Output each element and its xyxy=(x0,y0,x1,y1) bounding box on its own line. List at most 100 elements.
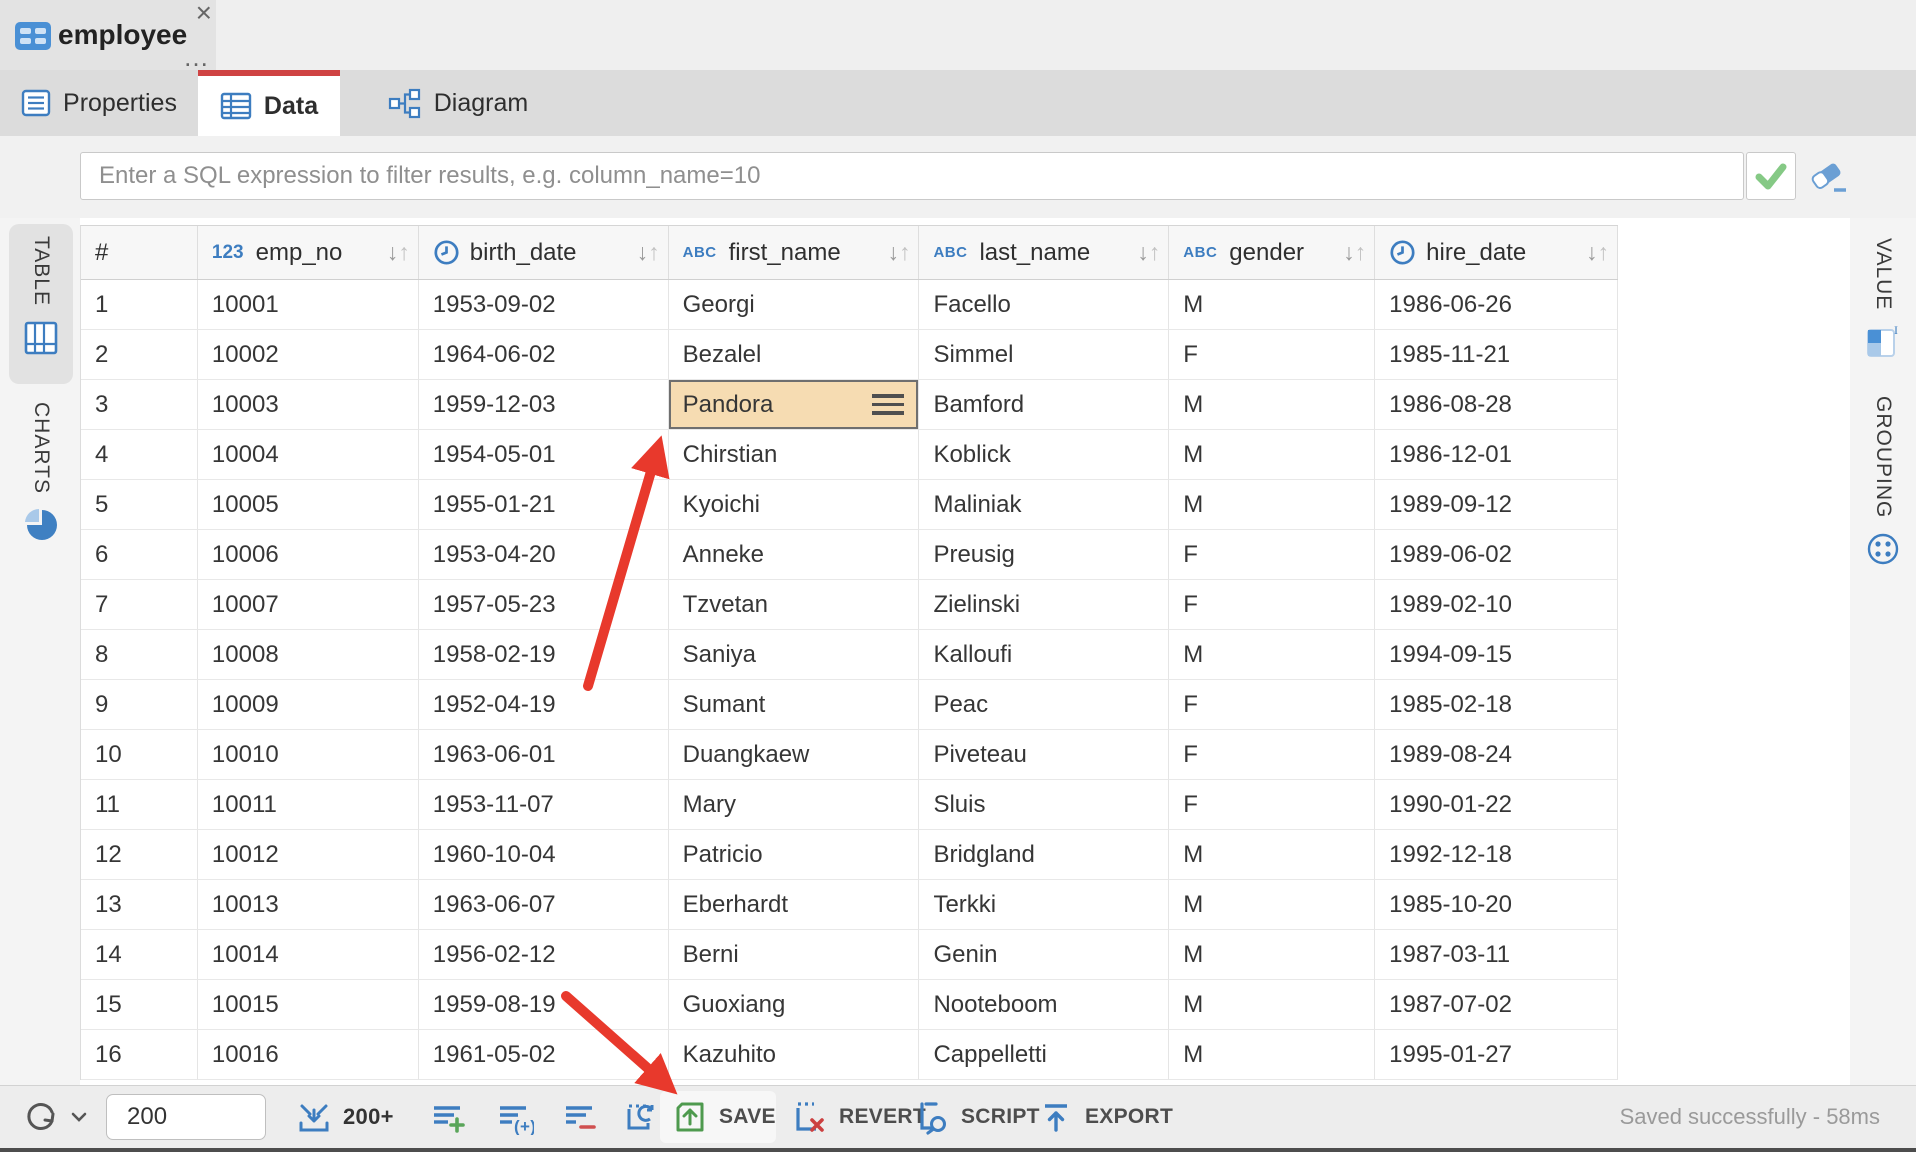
generate-value-button[interactable] xyxy=(622,1086,658,1148)
cell[interactable]: Guoxiang xyxy=(669,980,920,1030)
cell[interactable]: Facello xyxy=(919,280,1169,330)
cell[interactable]: 1952-04-19 xyxy=(419,680,669,730)
cell[interactable]: 11 xyxy=(81,780,198,830)
cell[interactable]: 14 xyxy=(81,930,198,980)
cell[interactable]: 1989-02-10 xyxy=(1375,580,1618,630)
cell[interactable]: 1961-05-02 xyxy=(419,1030,669,1080)
cell[interactable]: Koblick xyxy=(919,430,1169,480)
cell[interactable]: 3 xyxy=(81,380,198,430)
cell[interactable]: 15 xyxy=(81,980,198,1030)
table-row[interactable]: 16100161961-05-02KazuhitoCappellettiM199… xyxy=(81,1030,1618,1080)
cell[interactable]: Sumant xyxy=(669,680,920,730)
cell[interactable]: 10006 xyxy=(198,530,419,580)
cell[interactable]: 1994-09-15 xyxy=(1375,630,1618,680)
cell[interactable]: Kalloufi xyxy=(919,630,1169,680)
tab-properties[interactable]: Properties xyxy=(0,70,198,136)
table-row[interactable]: 11100111953-11-07MarySluisF1990-01-22 xyxy=(81,780,1618,830)
cell[interactable]: M xyxy=(1169,630,1375,680)
cell[interactable]: Kazuhito xyxy=(669,1030,920,1080)
cell[interactable]: F xyxy=(1169,530,1375,580)
table-row[interactable]: 7100071957-05-23TzvetanZielinskiF1989-02… xyxy=(81,580,1618,630)
cell[interactable]: 1985-10-20 xyxy=(1375,880,1618,930)
cell[interactable]: 1963-06-01 xyxy=(419,730,669,780)
table-row[interactable]: 15100151959-08-19GuoxiangNooteboomM1987-… xyxy=(81,980,1618,1030)
script-button[interactable]: SCRIPT xyxy=(912,1086,1040,1148)
cell[interactable]: M xyxy=(1169,930,1375,980)
cell[interactable]: 1959-12-03 xyxy=(419,380,669,430)
cell[interactable]: 10003 xyxy=(198,380,419,430)
cell[interactable]: 13 xyxy=(81,880,198,930)
cell[interactable]: 1953-09-02 xyxy=(419,280,669,330)
cell[interactable]: F xyxy=(1169,580,1375,630)
cell[interactable]: 1987-03-11 xyxy=(1375,930,1618,980)
cell[interactable]: Piveteau xyxy=(919,730,1169,780)
cell[interactable]: 1986-06-26 xyxy=(1375,280,1618,330)
cell[interactable]: 8 xyxy=(81,630,198,680)
cell[interactable]: M xyxy=(1169,380,1375,430)
sort-icon[interactable]: ↓↑ xyxy=(387,241,418,264)
column-header-hire_date[interactable]: hire_date↓↑ xyxy=(1375,226,1618,279)
cell[interactable]: 1 xyxy=(81,280,198,330)
delete-row-button[interactable] xyxy=(562,1086,598,1148)
table-row[interactable]: 2100021964-06-02BezalelSimmelF1985-11-21 xyxy=(81,330,1618,380)
cell[interactable]: 1955-01-21 xyxy=(419,480,669,530)
cell[interactable]: 1985-11-21 xyxy=(1375,330,1618,380)
close-icon[interactable]: × xyxy=(196,0,212,28)
cell[interactable]: Bridgland xyxy=(919,830,1169,880)
fetch-next-page-button[interactable]: 200+ xyxy=(296,1086,394,1148)
cell[interactable]: Bezalel xyxy=(669,330,920,380)
editor-tab-employee[interactable]: employee × … xyxy=(0,0,216,70)
cell[interactable]: 1953-04-20 xyxy=(419,530,669,580)
cell[interactable]: 1964-06-02 xyxy=(419,330,669,380)
cell[interactable]: Maliniak xyxy=(919,480,1169,530)
cell[interactable]: 9 xyxy=(81,680,198,730)
cell[interactable]: M xyxy=(1169,830,1375,880)
save-button[interactable]: SAVE xyxy=(672,1086,776,1148)
apply-filter-button[interactable] xyxy=(1746,152,1796,200)
panel-tab-charts[interactable]: CHARTS xyxy=(9,390,73,570)
table-row[interactable]: 13100131963-06-07EberhardtTerkkiM1985-10… xyxy=(81,880,1618,930)
cell[interactable]: M xyxy=(1169,480,1375,530)
cell[interactable]: 1957-05-23 xyxy=(419,580,669,630)
cell[interactable]: Tzvetan xyxy=(669,580,920,630)
column-header-first_name[interactable]: ABCfirst_name↓↑ xyxy=(669,226,920,279)
cell[interactable]: 1963-06-07 xyxy=(419,880,669,930)
refresh-button[interactable] xyxy=(22,1086,87,1148)
cell[interactable]: Sluis xyxy=(919,780,1169,830)
table-row[interactable]: 4100041954-05-01ChirstianKoblickM1986-12… xyxy=(81,430,1618,480)
cell[interactable]: Berni xyxy=(669,930,920,980)
cell[interactable]: 10004 xyxy=(198,430,419,480)
cell[interactable]: Mary xyxy=(669,780,920,830)
cell[interactable]: F xyxy=(1169,680,1375,730)
cell[interactable]: 16 xyxy=(81,1030,198,1080)
cell[interactable]: Cappelletti xyxy=(919,1030,1169,1080)
cell-menu-icon[interactable] xyxy=(872,394,904,415)
cell[interactable]: 1995-01-27 xyxy=(1375,1030,1618,1080)
cell[interactable]: Eberhardt xyxy=(669,880,920,930)
column-header-last_name[interactable]: ABClast_name↓↑ xyxy=(919,226,1169,279)
cell[interactable]: 1987-07-02 xyxy=(1375,980,1618,1030)
sql-filter-input[interactable] xyxy=(80,152,1744,200)
cell[interactable]: M xyxy=(1169,1030,1375,1080)
cell[interactable]: 1989-08-24 xyxy=(1375,730,1618,780)
cell[interactable]: 4 xyxy=(81,430,198,480)
add-row-button[interactable] xyxy=(430,1086,466,1148)
cell[interactable]: M xyxy=(1169,280,1375,330)
cell[interactable]: 10009 xyxy=(198,680,419,730)
cell[interactable]: Zielinski xyxy=(919,580,1169,630)
more-options-icon[interactable]: … xyxy=(183,46,210,68)
table-row[interactable]: 14100141956-02-12BerniGeninM1987-03-11 xyxy=(81,930,1618,980)
sort-icon[interactable]: ↓↑ xyxy=(637,241,668,264)
cell[interactable]: Kyoichi xyxy=(669,480,920,530)
cell[interactable]: 6 xyxy=(81,530,198,580)
cell[interactable]: 1986-12-01 xyxy=(1375,430,1618,480)
panel-tab-grouping[interactable]: GROUPING xyxy=(1854,384,1912,604)
table-row[interactable]: 5100051955-01-21KyoichiMaliniakM1989-09-… xyxy=(81,480,1618,530)
cell[interactable]: Peac xyxy=(919,680,1169,730)
tab-diagram[interactable]: Diagram xyxy=(340,70,576,136)
cell[interactable]: 10001 xyxy=(198,280,419,330)
cell[interactable]: 1989-09-12 xyxy=(1375,480,1618,530)
column-header-gender[interactable]: ABCgender↓↑ xyxy=(1169,226,1375,279)
cell[interactable]: 10012 xyxy=(198,830,419,880)
cell[interactable]: 10011 xyxy=(198,780,419,830)
